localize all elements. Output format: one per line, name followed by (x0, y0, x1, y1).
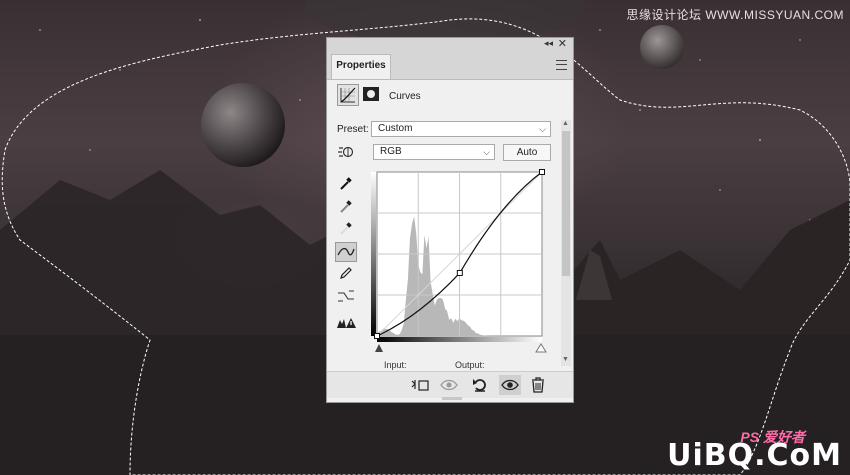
panel-resize-grip[interactable] (442, 397, 462, 400)
on-image-adjust-icon[interactable] (335, 142, 357, 162)
output-gradient (371, 172, 376, 336)
tab-row: Properties (327, 52, 573, 80)
input-gradient (377, 337, 542, 342)
auto-button[interactable]: Auto (503, 144, 551, 161)
watermark-site: UiBQ.CoM (667, 438, 842, 473)
delete-trash-icon[interactable] (527, 375, 549, 395)
smooth-curve-icon[interactable] (335, 286, 357, 306)
close-icon[interactable]: ✕ (558, 37, 567, 50)
curve-control-point[interactable] (539, 169, 545, 175)
panel-bottom-bar (327, 371, 573, 398)
adjustment-title: Curves (389, 91, 421, 102)
curve-control-point[interactable] (456, 269, 463, 276)
mountain-left (0, 170, 330, 340)
curves-adjustment-icon[interactable] (337, 84, 359, 106)
preset-label: Preset: (337, 124, 369, 135)
white-point-eyedropper-icon[interactable] (335, 218, 357, 238)
curve-control-point[interactable] (374, 333, 380, 339)
visibility-eye-icon[interactable] (499, 375, 521, 395)
scroll-down-icon[interactable]: ▼ (562, 356, 569, 363)
preset-value: Custom (378, 123, 413, 134)
black-point-eyedropper-icon[interactable] (335, 173, 357, 193)
mountain-right (574, 200, 850, 340)
channel-value: RGB (380, 146, 402, 157)
pencil-draw-icon[interactable] (335, 263, 357, 283)
panel-titlebar[interactable]: ◂◂ ✕ (327, 38, 573, 52)
layer-mask-icon[interactable] (363, 87, 379, 101)
collapse-icon[interactable]: ◂◂ (544, 38, 553, 49)
reset-icon[interactable] (469, 375, 491, 395)
scrollbar-thumb[interactable] (562, 131, 570, 276)
curves-graph[interactable] (371, 168, 551, 358)
black-slider-triangle[interactable] (375, 344, 383, 352)
properties-panel: ◂◂ ✕ Properties Curves Preset: Custom ⌵ … (326, 37, 574, 403)
panel-menu-icon[interactable] (556, 60, 567, 70)
chevron-down-icon: ⌵ (483, 147, 490, 157)
channel-select[interactable]: RGB ⌵ (373, 144, 495, 160)
view-previous-icon[interactable] (439, 375, 461, 395)
output-label: Output: (455, 360, 485, 370)
input-label: Input: (384, 360, 407, 370)
planet-left (201, 83, 285, 167)
preset-select[interactable]: Custom ⌵ (371, 121, 551, 137)
chevron-down-icon: ⌵ (539, 124, 546, 134)
scroll-up-icon[interactable]: ▲ (562, 120, 569, 127)
clip-to-layer-icon[interactable] (409, 375, 431, 395)
watermark-top: 思缘设计论坛 WWW.MISSYUAN.COM (626, 8, 844, 22)
planet-right (640, 25, 684, 69)
tab-properties[interactable]: Properties (331, 54, 391, 79)
curve-points-icon[interactable] (335, 242, 357, 262)
white-slider-triangle[interactable] (535, 343, 547, 353)
clipping-warning-icon[interactable] (335, 313, 357, 333)
gray-point-eyedropper-icon[interactable] (335, 196, 357, 216)
